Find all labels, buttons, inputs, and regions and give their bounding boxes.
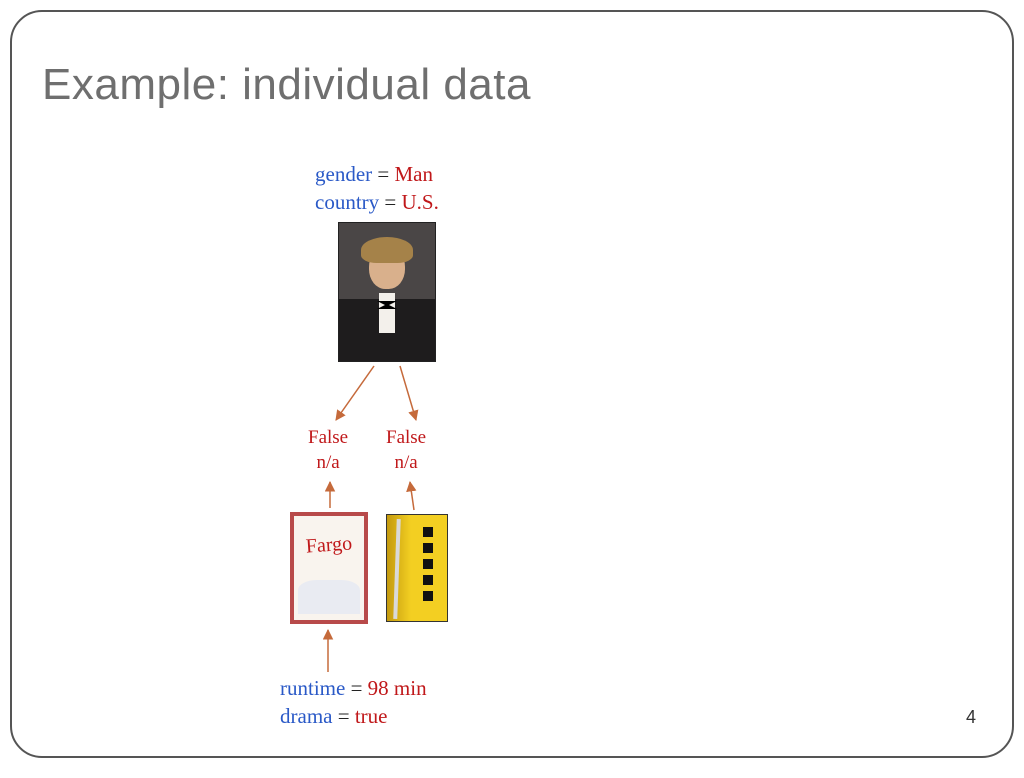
attr-key: drama bbox=[280, 704, 332, 728]
attr-runtime: runtime = 98 min bbox=[280, 676, 427, 701]
attr-val: true bbox=[355, 704, 388, 728]
movie-poster-1: Fargo bbox=[290, 512, 368, 624]
page-number: 4 bbox=[966, 707, 976, 728]
attr-val: 98 min bbox=[368, 676, 427, 700]
movie-poster-2 bbox=[386, 514, 448, 622]
attr-key: country bbox=[315, 190, 379, 214]
attr-key: gender bbox=[315, 162, 372, 186]
attr-country: country = U.S. bbox=[315, 190, 439, 215]
attr-val: Man bbox=[394, 162, 433, 186]
arrows-layer bbox=[12, 12, 1014, 758]
person-photo bbox=[338, 222, 436, 362]
attr-val: U.S. bbox=[402, 190, 439, 214]
attr-drama: drama = true bbox=[280, 704, 387, 729]
attr-key: runtime bbox=[280, 676, 345, 700]
slide-title: Example: individual data bbox=[42, 60, 531, 110]
edge-label-right: False n/a bbox=[386, 426, 426, 475]
attr-gender: gender = Man bbox=[315, 162, 433, 187]
slide-frame: Example: individual data gender = Man co… bbox=[10, 10, 1014, 758]
poster1-title: Fargo bbox=[293, 532, 364, 560]
edge-label-left: False n/a bbox=[308, 426, 348, 475]
